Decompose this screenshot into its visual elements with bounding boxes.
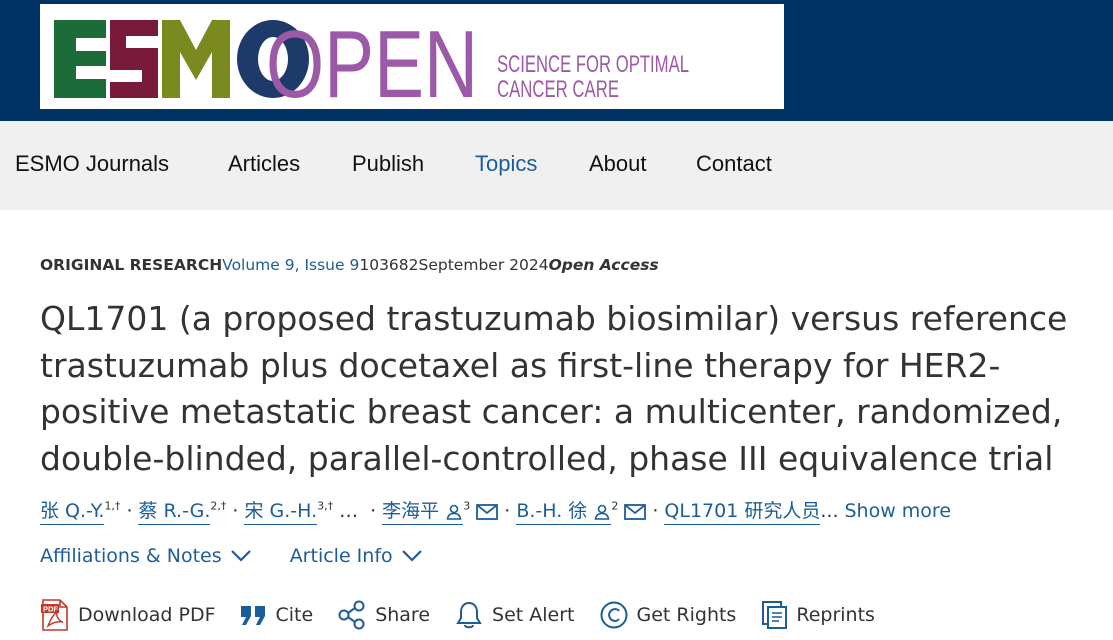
email-icon[interactable] <box>476 503 499 520</box>
publication-date: September 2024 <box>418 256 549 274</box>
group-author-link[interactable]: QL1701 研究人员 <box>664 500 821 525</box>
author-link[interactable]: 张 Q.-Y. <box>40 500 105 525</box>
chevron-down-icon <box>401 550 422 562</box>
chevron-down-icon <box>230 550 251 562</box>
get-rights-button[interactable]: Get Rights <box>599 600 737 630</box>
author-affiliation-sup: 3,† <box>317 499 334 513</box>
article-type: ORIGINAL RESEARCH <box>40 256 223 274</box>
nav-articles[interactable]: Articles <box>228 151 300 177</box>
group-ellipsis: ... <box>820 500 839 522</box>
reprints-label: Reprints <box>796 604 875 626</box>
cite-button[interactable]: Cite <box>240 603 314 627</box>
download-pdf-button[interactable]: PDF Download PDF <box>40 599 216 631</box>
corresponding-author-name: 李海平 <box>382 500 440 522</box>
separator-dot: · <box>504 500 511 522</box>
share-button[interactable]: Share <box>337 600 430 630</box>
cite-label: Cite <box>275 604 314 626</box>
nav-esmo-journals[interactable]: ESMO Journals <box>15 151 169 177</box>
corresponding-author-link[interactable]: B.-H. 徐 <box>516 500 612 525</box>
affiliations-toggle[interactable]: Affiliations & Notes <box>40 545 252 567</box>
separator-dot: · <box>652 500 659 522</box>
author-link[interactable]: 蔡 R.-G. <box>138 500 211 525</box>
get-rights-label: Get Rights <box>636 604 737 626</box>
corresponding-author-name: B.-H. 徐 <box>516 500 588 522</box>
header-band: OPEN SCIENCE FOR OPTIMAL CANCER CARE <box>0 0 1113 121</box>
author-link[interactable]: 宋 G.-H. <box>244 500 318 525</box>
pdf-icon: PDF <box>41 599 68 631</box>
reprints-icon <box>762 601 788 629</box>
open-access-label: Open Access <box>548 256 659 274</box>
volume-issue-link[interactable]: Volume 9, Issue 9 <box>222 256 359 274</box>
article-meta: ORIGINAL RESEARCHVolume 9, Issue 9103682… <box>40 255 659 274</box>
email-icon[interactable] <box>624 503 647 520</box>
separator-dot: · <box>126 500 133 522</box>
nav-publish[interactable]: Publish <box>352 151 424 177</box>
share-label: Share <box>375 604 431 626</box>
set-alert-button[interactable]: Set Alert <box>454 600 575 630</box>
author-affiliation-sup: 1,† <box>104 499 121 513</box>
author-list: 张 Q.-Y.1,† · 蔡 R.-G.2,† · 宋 G.-H.3,†… · 李海平 3 … <box>40 496 1100 530</box>
author-affiliation-sup: 2,† <box>210 499 227 513</box>
quote-icon <box>240 606 265 625</box>
nav-about[interactable]: About <box>589 151 647 177</box>
article-panels: Affiliations & Notes Article Info <box>40 545 423 567</box>
nav-contact[interactable]: Contact <box>696 151 772 177</box>
logo-open-text: OPEN <box>266 11 478 109</box>
esmo-open-logo: OPEN SCIENCE FOR OPTIMAL CANCER CARE <box>54 11 689 109</box>
affiliations-label: Affiliations & Notes <box>40 545 222 567</box>
set-alert-label: Set Alert <box>492 604 575 626</box>
main-nav: ESMO Journals Articles Publish Topics Ab… <box>0 121 1113 210</box>
bell-icon <box>456 601 482 629</box>
download-pdf-label: Download PDF <box>78 604 216 626</box>
logo-tagline-1: SCIENCE FOR OPTIMAL <box>497 51 689 78</box>
person-icon <box>594 504 610 520</box>
article-number: 103682 <box>359 256 419 274</box>
corresponding-author-link[interactable]: 李海平 <box>382 500 464 525</box>
author-ellipsis: … <box>339 500 359 522</box>
logo-tagline-2: CANCER CARE <box>497 76 619 103</box>
person-icon <box>446 504 462 520</box>
separator-dot: · <box>370 500 377 522</box>
author-affiliation-sup: 3 <box>463 499 471 513</box>
nav-topics[interactable]: Topics <box>475 151 537 177</box>
share-icon <box>338 600 365 630</box>
reprints-button[interactable]: Reprints <box>760 600 875 630</box>
article-info-toggle[interactable]: Article Info <box>290 545 423 567</box>
article-title: QL1701 (a proposed trastuzumab biosimila… <box>40 299 1068 478</box>
article-info-label: Article Info <box>289 545 393 567</box>
journal-logo[interactable]: OPEN SCIENCE FOR OPTIMAL CANCER CARE <box>40 4 784 109</box>
show-more-authors-button[interactable]: Show more <box>844 500 951 522</box>
copyright-icon <box>600 601 627 629</box>
article-toolbar: PDF Download PDF Cite Share Set Alert Ge… <box>40 598 899 632</box>
separator-dot: · <box>232 500 239 522</box>
author-affiliation-sup: 2 <box>611 499 619 513</box>
